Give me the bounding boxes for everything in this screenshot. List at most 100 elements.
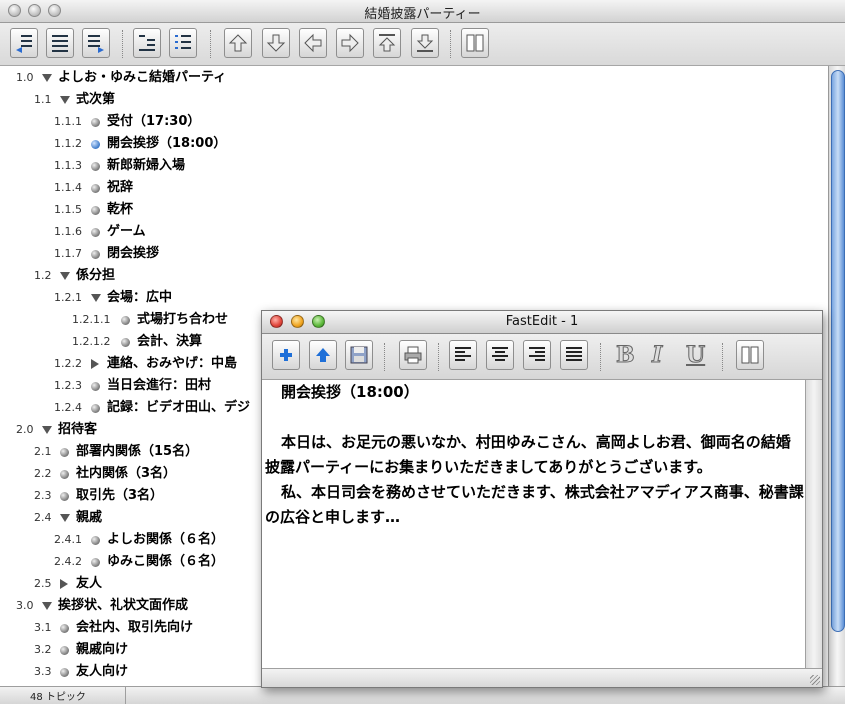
underline-icon[interactable]: U <box>685 342 705 369</box>
outline-row[interactable]: 1.1.1 受付（17:30） <box>0 111 820 133</box>
outline-number: 1.0 <box>16 71 34 84</box>
move-top-button[interactable] <box>373 28 401 58</box>
outline-row[interactable]: 1.1.4 祝辞 <box>0 177 820 199</box>
fastedit-title-bar[interactable]: FastEdit - 1 <box>262 311 822 334</box>
list-icon <box>52 35 68 52</box>
split-view-button[interactable] <box>736 340 764 370</box>
save-button[interactable] <box>345 340 373 370</box>
outline-label: 式次第 <box>76 92 116 107</box>
outline-label: 記録：ビデオ田山、デジ <box>107 400 251 415</box>
topic-bullet-icon <box>91 250 100 259</box>
arrow-down-icon <box>266 34 286 52</box>
outline-label: 受付（17:30） <box>107 114 201 129</box>
outline-row[interactable]: 1.1.6 ゲーム <box>0 221 820 243</box>
arrow-top-icon <box>378 34 396 52</box>
outline-label: 祝辞 <box>107 180 134 195</box>
toolbar-separator <box>450 30 452 58</box>
split-view-button[interactable] <box>461 28 489 58</box>
outline-scrollbar[interactable] <box>828 66 845 686</box>
outline-number: 2.1 <box>34 445 52 458</box>
outline-label: 閉会挨拶 <box>107 246 160 261</box>
move-up-button[interactable] <box>224 28 252 58</box>
up-arrow-icon <box>316 348 330 362</box>
outline-number: 3.2 <box>34 643 52 656</box>
disclosure-open-icon[interactable] <box>60 96 70 104</box>
toolbar-separator <box>722 343 724 371</box>
outline-label: 取引先（3名） <box>76 488 164 503</box>
disclosure-open-icon[interactable] <box>60 272 70 280</box>
disclosure-open-icon[interactable] <box>42 74 52 82</box>
outline-number: 1.1.1 <box>54 115 82 128</box>
outline-label: 招待客 <box>58 422 98 437</box>
outline-row[interactable]: 1.1.3 新郎新婦入場 <box>0 155 820 177</box>
disclosure-open-icon[interactable] <box>42 426 52 434</box>
disclosure-closed-icon[interactable] <box>91 359 99 369</box>
arrow-bottom-icon <box>416 34 434 52</box>
topic-bullet-icon <box>91 184 100 193</box>
outline-row[interactable]: 1.0 よしお・ゆみこ結婚パーティ <box>0 67 820 89</box>
outline-label: 会場：広中 <box>107 290 173 305</box>
outline-row[interactable]: 1.1 式次第 <box>0 89 820 111</box>
outline-number: 1.1.6 <box>54 225 82 238</box>
align-left-button[interactable] <box>449 340 477 370</box>
outline-number: 1.1.5 <box>54 203 82 216</box>
raise-button[interactable] <box>309 340 337 370</box>
outline-label: よしお・ゆみこ結婚パーティ <box>58 70 227 85</box>
outline-label: ゲーム <box>107 224 146 239</box>
outline-number: 1.2.1.1 <box>72 313 111 326</box>
align-center-button[interactable] <box>486 340 514 370</box>
justify-button[interactable] <box>560 340 588 370</box>
outline-row[interactable]: 1.2.1 会場：広中 <box>0 287 820 309</box>
align-right-button[interactable] <box>523 340 551 370</box>
disclosure-open-icon[interactable] <box>42 602 52 610</box>
indent-button[interactable] <box>82 28 110 58</box>
topic-bullet-icon <box>60 448 69 457</box>
outline-number: 1.1 <box>34 93 52 106</box>
title-bar[interactable]: 結婚披露パーティー <box>0 0 845 23</box>
outline-number: 2.0 <box>16 423 34 436</box>
topic-bullet-icon <box>91 536 100 545</box>
outline-number: 1.2 <box>34 269 52 282</box>
outline-row[interactable]: 1.1.7 閉会挨拶 <box>0 243 820 265</box>
outline-row[interactable]: 1.1.5 乾杯 <box>0 199 820 221</box>
move-left-button[interactable] <box>299 28 327 58</box>
outline-label: 友人向け <box>76 664 129 679</box>
list-button[interactable] <box>46 28 74 58</box>
print-button[interactable] <box>399 340 427 370</box>
arrow-up-icon <box>228 34 248 52</box>
toolbar-separator <box>600 343 602 371</box>
move-right-button[interactable] <box>336 28 364 58</box>
outline-number: 1.1.4 <box>54 181 82 194</box>
new-topic-button[interactable] <box>272 340 300 370</box>
scroll-thumb[interactable] <box>831 70 845 632</box>
topic-count: 48 トピック <box>30 692 86 703</box>
outline-label: 係分担 <box>76 268 116 283</box>
outline-label: 友人 <box>76 576 103 591</box>
topic-bullet-icon <box>121 338 130 347</box>
topic-bullet-icon <box>60 624 69 633</box>
resize-grip-icon[interactable] <box>810 675 820 685</box>
outdent-button[interactable] <box>10 28 38 58</box>
justify-icon <box>566 347 582 361</box>
toolbar-separator <box>438 343 440 371</box>
topic-bullet-icon <box>91 140 100 149</box>
outline-number: 3.1 <box>34 621 52 634</box>
outline-label: 会計、決算 <box>137 334 203 349</box>
text-editor[interactable]: 開会挨拶（18:00） 本日は、お足元の悪いなか、村田ゆみこさん、高岡よしお君、… <box>265 380 804 668</box>
outline-row[interactable]: 1.2 係分担 <box>0 265 820 287</box>
bold-icon[interactable]: B <box>616 342 636 369</box>
disclosure-closed-icon[interactable] <box>60 579 68 589</box>
collapse-all-button[interactable] <box>133 28 161 58</box>
outline-label: 社内関係（3名） <box>76 466 177 481</box>
move-bottom-button[interactable] <box>411 28 439 58</box>
outline-number: 1.1.3 <box>54 159 82 172</box>
expand-all-button[interactable] <box>169 28 197 58</box>
italic-icon[interactable]: I <box>651 342 662 369</box>
editor-scrollbar[interactable] <box>805 380 822 668</box>
move-down-button[interactable] <box>262 28 290 58</box>
outline-number: 3.3 <box>34 665 52 678</box>
fastedit-status-bar <box>262 668 822 687</box>
disclosure-open-icon[interactable] <box>60 514 70 522</box>
disclosure-open-icon[interactable] <box>91 294 101 302</box>
outline-row[interactable]: 1.1.2 開会挨拶（18:00） <box>0 133 820 155</box>
